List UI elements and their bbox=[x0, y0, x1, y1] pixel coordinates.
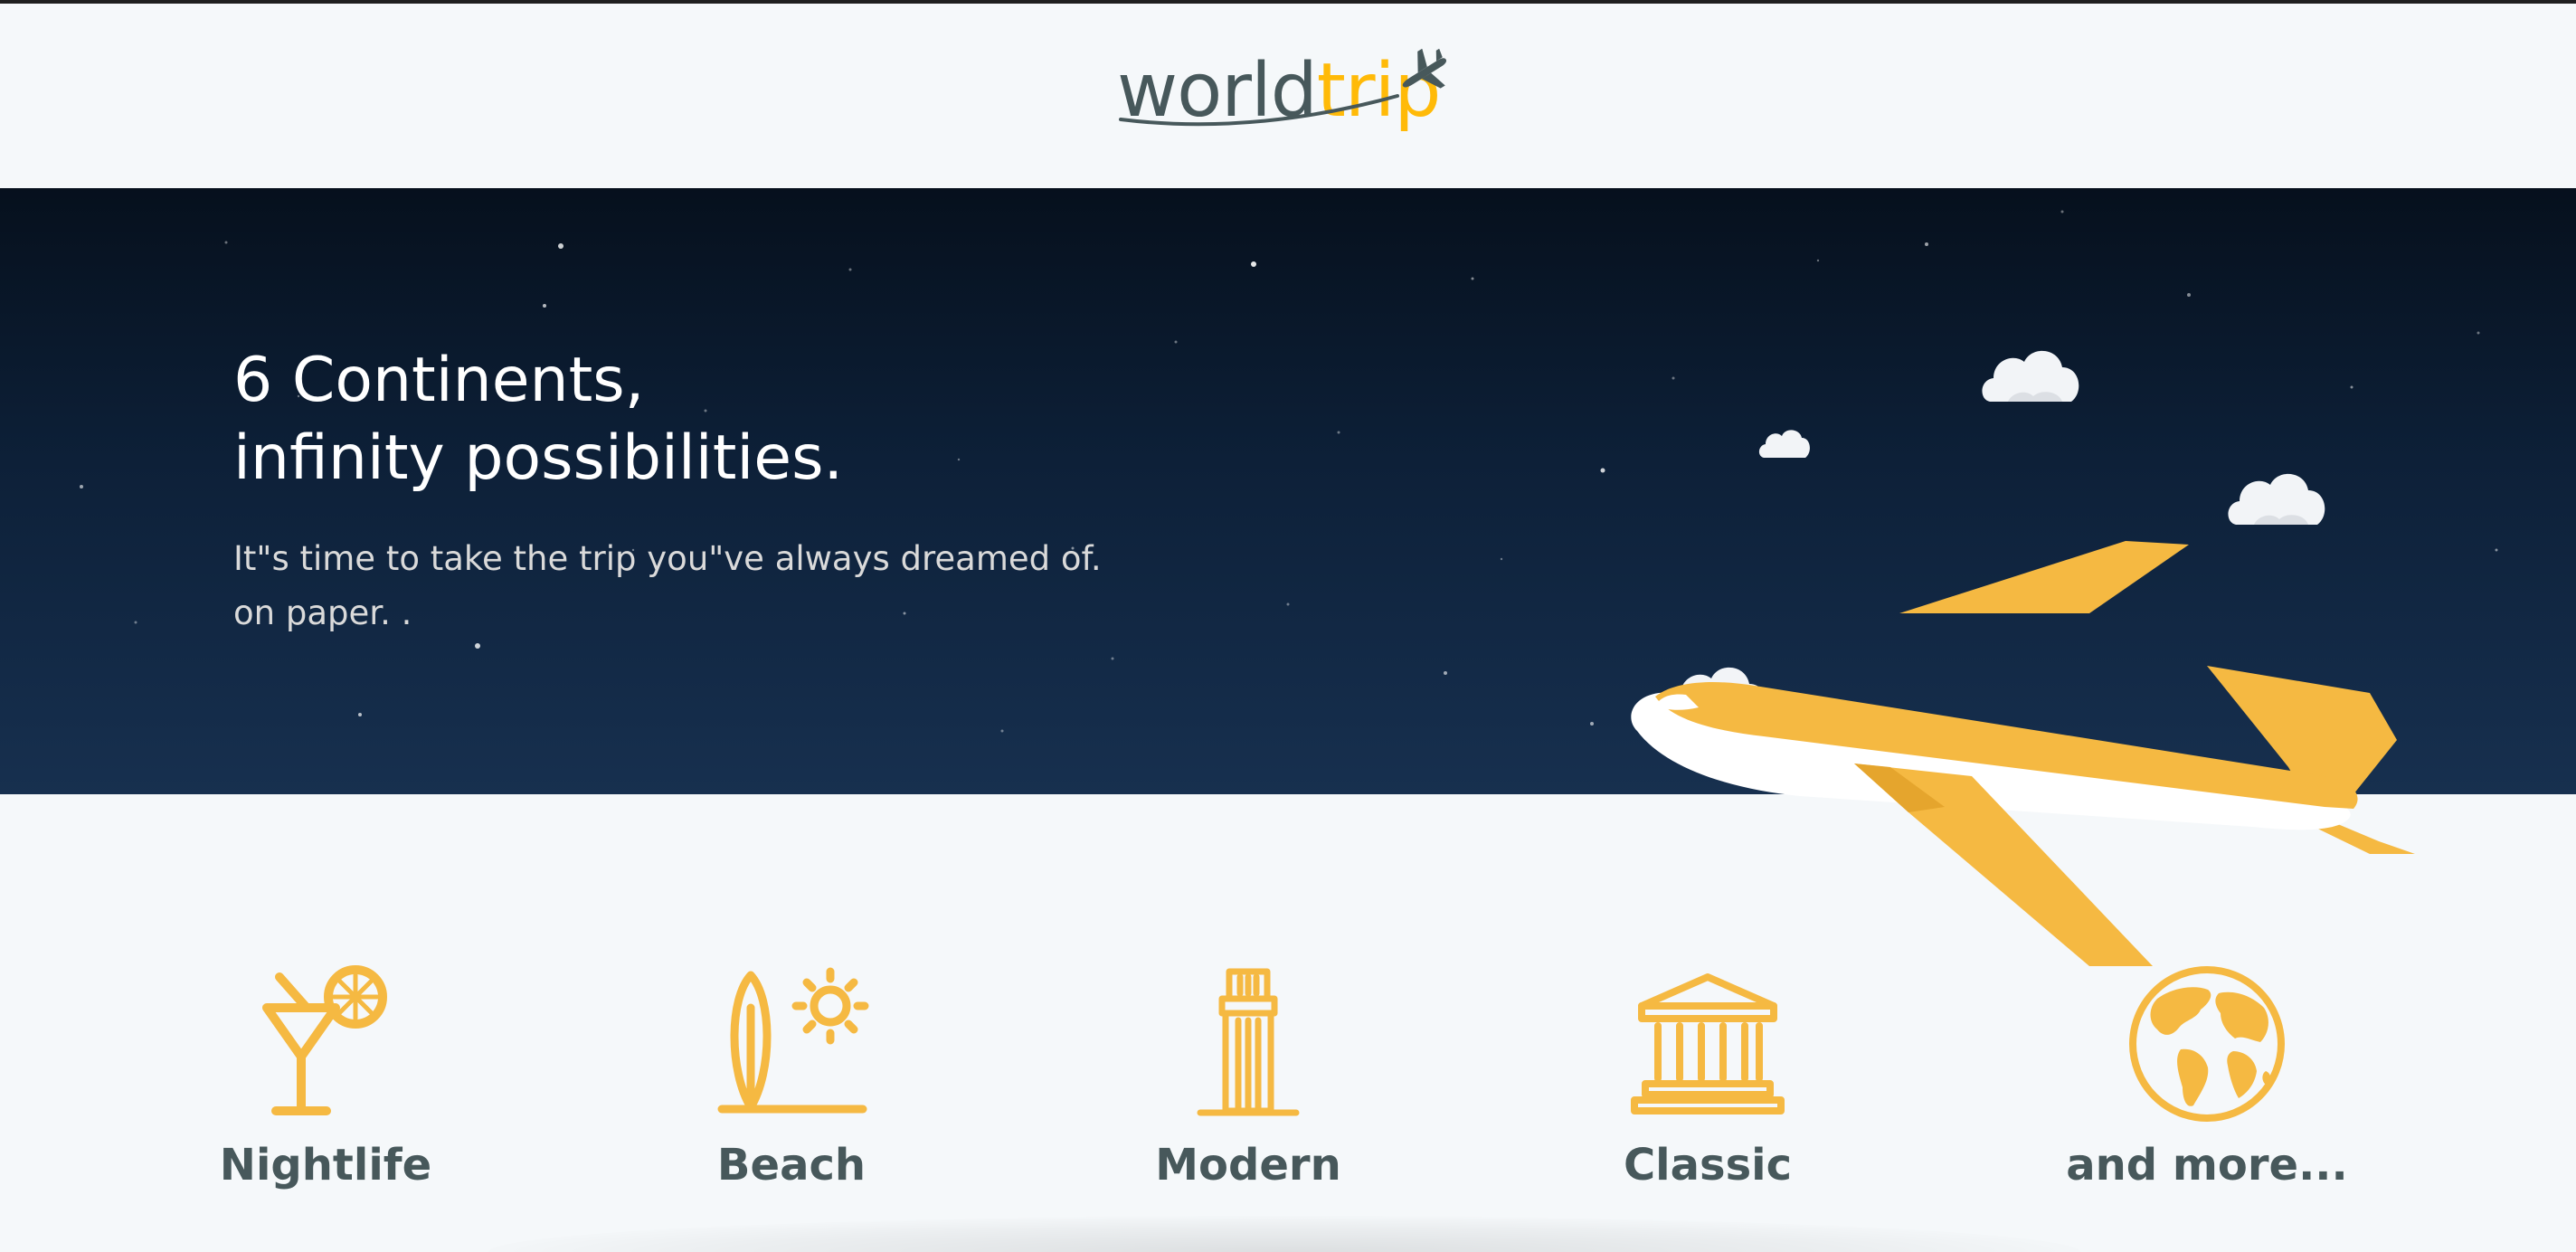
hero-subtitle-line1: It"s time to take the trip you"ve always… bbox=[233, 539, 1102, 578]
page: worldtrip 6 Continents, infinity possibi… bbox=[0, 0, 2576, 1252]
hero-title-line2: infinity possibilities. bbox=[233, 422, 844, 494]
cocktail-icon bbox=[262, 965, 387, 1115]
skyscraper-icon bbox=[1197, 968, 1300, 1116]
travel-type-beach[interactable]: Beach bbox=[629, 963, 954, 1234]
hero-title: 6 Continents, infinity possibilities. bbox=[233, 342, 1228, 498]
classical-building-icon bbox=[1631, 973, 1785, 1114]
header: worldtrip bbox=[0, 4, 2576, 185]
travel-type-label: and more... bbox=[2066, 1140, 2348, 1190]
travel-type-classic[interactable]: Classic bbox=[1545, 963, 1870, 1234]
hero-subtitle: It"s time to take the trip you"ve always… bbox=[233, 532, 1228, 640]
travel-type-modern[interactable]: Modern bbox=[1085, 963, 1411, 1234]
travel-type-label: Nightlife bbox=[219, 1140, 432, 1190]
travel-type-label: Classic bbox=[1623, 1140, 1793, 1190]
logo[interactable]: worldtrip bbox=[1108, 49, 1452, 148]
travel-type-label: Beach bbox=[716, 1140, 867, 1190]
cloud-icon bbox=[1758, 430, 1810, 458]
hero-subtitle-line2: on paper. . bbox=[233, 593, 412, 632]
surfboard-sun-icon bbox=[717, 967, 869, 1114]
travel-type-label: Modern bbox=[1155, 1140, 1341, 1190]
airplane-icon bbox=[1402, 49, 1447, 89]
hero-title-line1: 6 Continents, bbox=[233, 345, 645, 416]
cloud-icon bbox=[1982, 350, 2079, 402]
hero-banner: 6 Continents, infinity possibilities. It… bbox=[0, 188, 2576, 966]
travel-type-nightlife[interactable]: Nightlife bbox=[163, 963, 488, 1234]
travel-types: Nightlife Beach Modern Classic and more.… bbox=[0, 794, 2576, 1252]
travel-type-more[interactable]: and more... bbox=[2044, 963, 2370, 1234]
globe-icon bbox=[2129, 966, 2285, 1122]
